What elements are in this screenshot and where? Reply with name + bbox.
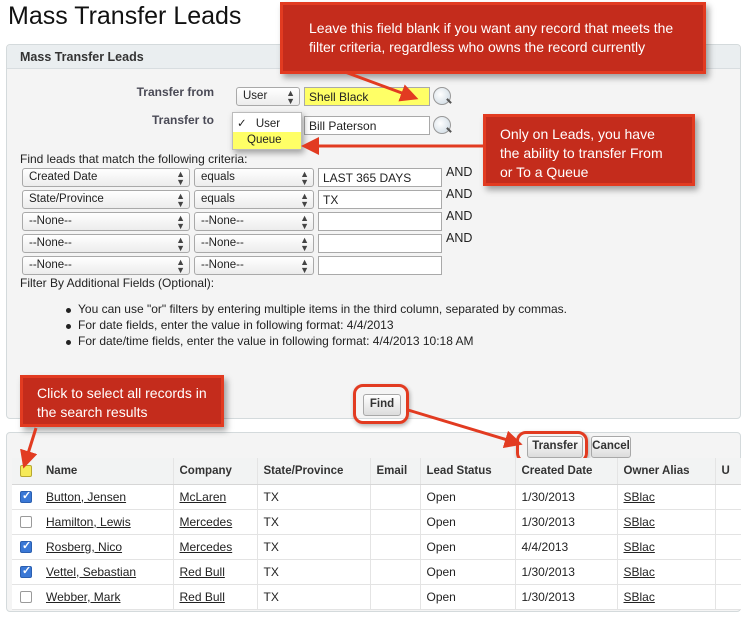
arrow-to-transfer-from [344,70,419,102]
arrow-to-transfer-button [407,408,523,449]
arrow-to-select-all [20,427,38,469]
annotation-arrows [20,70,523,469]
